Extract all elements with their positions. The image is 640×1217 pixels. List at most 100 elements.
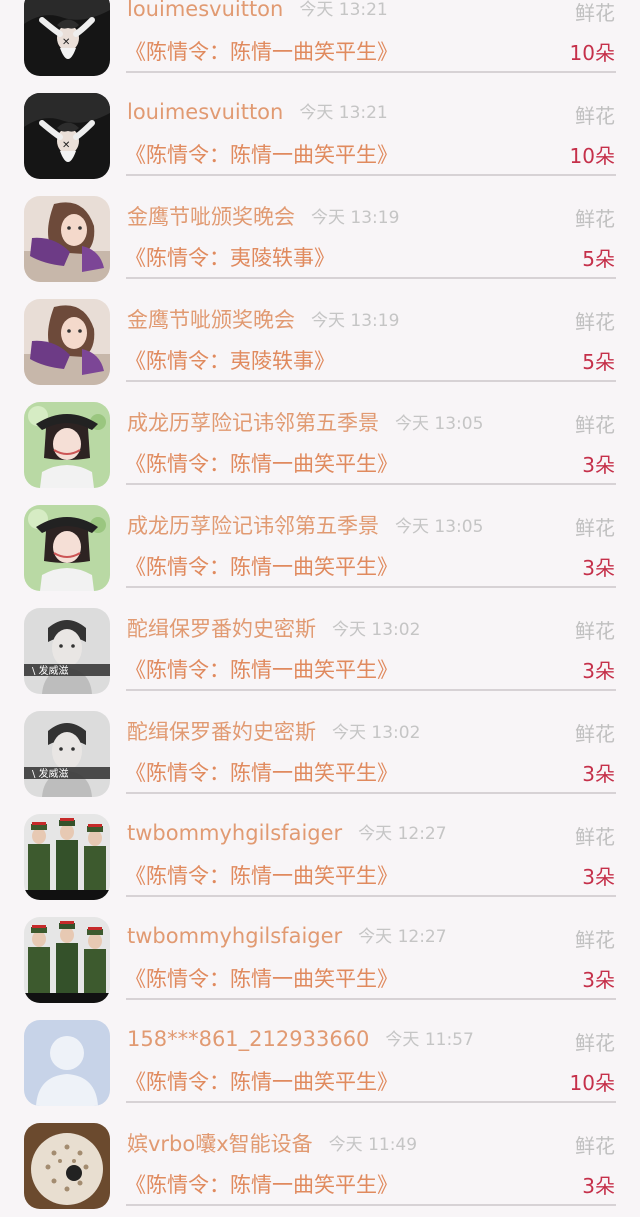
- gift-type: 鲜花: [575, 722, 615, 746]
- user-name: 酡缉保罗番妁史密斯 今天 13:02: [127, 716, 420, 746]
- drama-title[interactable]: 《陈情令：陈情一曲笑平生》: [125, 36, 398, 66]
- list-item[interactable]: twbommyhgilsfaiger 今天 12:27 鲜花 《陈情令：陈情一曲笑…: [0, 805, 640, 908]
- user-name: 成龙历莩险记讳邻第五季景 今天 13:05: [127, 407, 483, 437]
- avatar-soldiers-icon[interactable]: [24, 917, 110, 1003]
- user-name: 嫔vrbo囔x智能设备 今天 11:49: [127, 1128, 417, 1158]
- avatar-sea-urchin-icon[interactable]: [24, 1123, 110, 1209]
- avatar-girl-purple-icon[interactable]: [24, 299, 110, 385]
- list-item[interactable]: twbommyhgilsfaiger 今天 12:27 鲜花 《陈情令：陈情一曲笑…: [0, 908, 640, 1011]
- gift-type: 鲜花: [575, 310, 615, 334]
- list-item[interactable]: louimesvuitton 今天 13:21 鲜花 《陈情令：陈情一曲笑平生》 …: [0, 0, 640, 84]
- avatar-default-user-icon[interactable]: [24, 1020, 110, 1106]
- user-name: 酡缉保罗番妁史密斯 今天 13:02: [127, 613, 420, 643]
- gift-type: 鲜花: [575, 825, 615, 849]
- drama-title[interactable]: 《陈情令：夷陵轶事》: [125, 345, 335, 375]
- drama-title[interactable]: 《陈情令：陈情一曲笑平生》: [125, 757, 398, 787]
- send-time: 今天 13:05: [395, 414, 484, 434]
- gift-type: 鲜花: [575, 1, 615, 25]
- send-time: 今天 12:27: [358, 824, 447, 844]
- divider: [126, 483, 616, 485]
- user-name-text: 金鹰节呲颁奖晚会: [127, 308, 295, 332]
- user-name: 金鹰节呲颁奖晚会 今天 13:19: [127, 304, 399, 334]
- list-item[interactable]: 158***861_212933660 今天 11:57 鲜花 《陈情令：陈情一曲…: [0, 1011, 640, 1114]
- drama-title[interactable]: 《陈情令：陈情一曲笑平生》: [125, 1066, 398, 1096]
- list-item[interactable]: 嫔vrbo囔x智能设备 今天 11:49 鲜花 《陈情令：陈情一曲笑平生》 3朵: [0, 1114, 640, 1217]
- send-time: 今天 12:27: [358, 927, 447, 947]
- send-time: 今天 13:19: [311, 311, 400, 331]
- list-item[interactable]: 金鹰节呲颁奖晚会 今天 13:19 鲜花 《陈情令：夷陵轶事》 5朵: [0, 290, 640, 393]
- gift-type: 鲜花: [575, 207, 615, 231]
- user-name-text: 酡缉保罗番妁史密斯: [127, 617, 316, 641]
- send-time: 今天 11:57: [385, 1030, 474, 1050]
- drama-title[interactable]: 《陈情令：陈情一曲笑平生》: [125, 551, 398, 581]
- user-name-text: louimesvuitton: [127, 0, 284, 21]
- drama-title[interactable]: 《陈情令：陈情一曲笑平生》: [125, 448, 398, 478]
- gift-type: 鲜花: [575, 516, 615, 540]
- gift-count: 10朵: [569, 1071, 615, 1095]
- drama-title[interactable]: 《陈情令：陈情一曲笑平生》: [125, 654, 398, 684]
- send-time: 今天 13:21: [299, 103, 388, 123]
- gift-type: 鲜花: [575, 1031, 615, 1055]
- list-item[interactable]: 成龙历莩险记讳邻第五季景 今天 13:05 鲜花 《陈情令：陈情一曲笑平生》 3朵: [0, 496, 640, 599]
- user-name: 158***861_212933660 今天 11:57: [127, 1025, 474, 1051]
- divider: [126, 792, 616, 794]
- divider: [126, 998, 616, 1000]
- send-time: 今天 13:02: [332, 723, 421, 743]
- gift-count: 3朵: [582, 1174, 615, 1198]
- send-time: 今天 13:02: [332, 620, 421, 640]
- divider: [126, 586, 616, 588]
- divider: [126, 1101, 616, 1103]
- gift-count: 3朵: [582, 762, 615, 786]
- drama-title[interactable]: 《陈情令：陈情一曲笑平生》: [125, 1169, 398, 1199]
- list-item[interactable]: 金鹰节呲颁奖晚会 今天 13:19 鲜花 《陈情令：夷陵轶事》 5朵: [0, 187, 640, 290]
- user-name-text: 成龙历莩险记讳邻第五季景: [127, 411, 379, 435]
- divider: [126, 174, 616, 176]
- list-item[interactable]: \ 发威滋 酡缉保罗番妁史密斯 今天 13:02 鲜花 《陈情令：陈情一曲笑平生》…: [0, 599, 640, 702]
- send-time: 今天 13:19: [311, 208, 400, 228]
- user-name-text: 嫔vrbo囔x智能设备: [127, 1132, 313, 1156]
- avatar-boy-portrait-icon[interactable]: \ 发威滋: [24, 608, 110, 694]
- divider: [126, 895, 616, 897]
- send-time: 今天 11:49: [328, 1135, 418, 1155]
- drama-title[interactable]: 《陈情令：夷陵轶事》: [125, 242, 335, 272]
- avatar-girl-lying-icon[interactable]: [24, 0, 110, 76]
- gift-count: 3朵: [582, 968, 615, 992]
- user-name: twbommyhgilsfaiger 今天 12:27: [127, 922, 447, 948]
- user-name: louimesvuitton 今天 13:21: [127, 0, 388, 21]
- send-time: 今天 13:21: [299, 0, 388, 20]
- gift-type: 鲜花: [575, 1134, 615, 1158]
- gift-count: 3朵: [582, 865, 615, 889]
- avatar-girl-lying-icon[interactable]: [24, 93, 110, 179]
- gift-type: 鲜花: [575, 619, 615, 643]
- avatar-caption: \ 发威滋: [32, 767, 69, 780]
- divider: [126, 1204, 616, 1206]
- user-name-text: 金鹰节呲颁奖晚会: [127, 205, 295, 229]
- gift-count: 3朵: [582, 659, 615, 683]
- list-item[interactable]: \ 发威滋 酡缉保罗番妁史密斯 今天 13:02 鲜花 《陈情令：陈情一曲笑平生》…: [0, 702, 640, 805]
- drama-title[interactable]: 《陈情令：陈情一曲笑平生》: [125, 860, 398, 890]
- send-time: 今天 13:05: [395, 517, 484, 537]
- gift-count: 3朵: [582, 556, 615, 580]
- user-name-text: 酡缉保罗番妁史密斯: [127, 720, 316, 744]
- avatar-boy-portrait-icon[interactable]: \ 发威滋: [24, 711, 110, 797]
- list-item[interactable]: louimesvuitton 今天 13:21 鲜花 《陈情令：陈情一曲笑平生》 …: [0, 84, 640, 187]
- divider: [126, 71, 616, 73]
- user-name-text: twbommyhgilsfaiger: [127, 821, 343, 845]
- avatar-soldiers-icon[interactable]: [24, 814, 110, 900]
- gift-count: 5朵: [582, 350, 615, 374]
- gift-count: 10朵: [569, 144, 615, 168]
- drama-title[interactable]: 《陈情令：陈情一曲笑平生》: [125, 139, 398, 169]
- avatar-girl-hat-icon[interactable]: [24, 402, 110, 488]
- avatar-girl-purple-icon[interactable]: [24, 196, 110, 282]
- drama-title[interactable]: 《陈情令：陈情一曲笑平生》: [125, 963, 398, 993]
- user-name: 成龙历莩险记讳邻第五季景 今天 13:05: [127, 510, 483, 540]
- avatar-caption: \ 发威滋: [32, 664, 69, 677]
- user-name-text: twbommyhgilsfaiger: [127, 924, 343, 948]
- list-item[interactable]: 成龙历莩险记讳邻第五季景 今天 13:05 鲜花 《陈情令：陈情一曲笑平生》 3朵: [0, 393, 640, 496]
- user-name: twbommyhgilsfaiger 今天 12:27: [127, 819, 447, 845]
- divider: [126, 277, 616, 279]
- gift-count: 3朵: [582, 453, 615, 477]
- avatar-girl-hat-icon[interactable]: [24, 505, 110, 591]
- user-name-text: 158***861_212933660: [127, 1027, 370, 1051]
- gift-type: 鲜花: [575, 928, 615, 952]
